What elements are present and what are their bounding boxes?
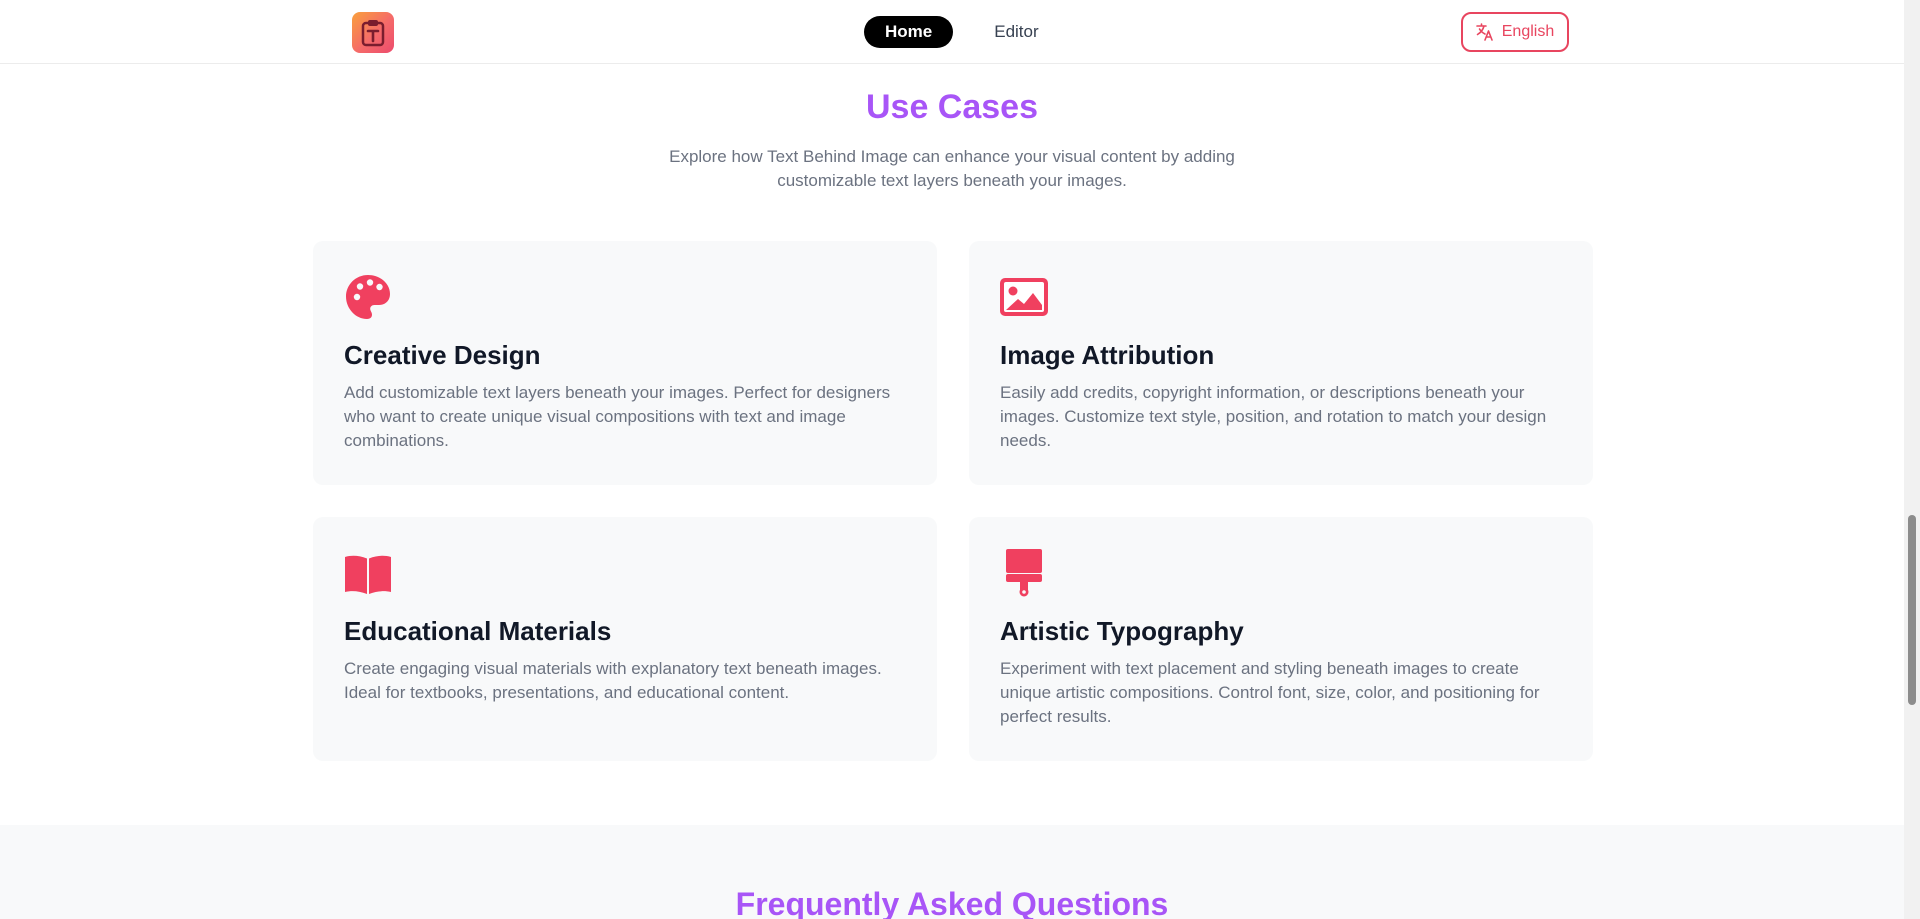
scrollbar-thumb[interactable]: [1908, 515, 1916, 705]
palette-icon: [346, 275, 390, 319]
translate-icon: [1475, 23, 1493, 41]
book-icon: [345, 555, 391, 594]
use-case-card-artistic-typography: Artistic Typography Experiment with text…: [969, 517, 1593, 761]
nav-home[interactable]: Home: [864, 16, 954, 48]
card-description: Easily add credits, copyright informatio…: [1000, 383, 1547, 450]
top-navbar: Home Editor English: [0, 0, 1904, 64]
use-cases-description: Explore how Text Behind Image can enhanc…: [669, 147, 1235, 190]
card-description: Add customizable text layers beneath you…: [344, 383, 891, 450]
main-nav: Home Editor: [864, 16, 1060, 48]
app-logo[interactable]: [352, 12, 394, 53]
text-document-icon: [361, 19, 385, 46]
card-title: Educational Materials: [344, 616, 612, 646]
card-title: Image Attribution: [1000, 340, 1215, 370]
language-button[interactable]: English: [1461, 12, 1569, 52]
paint-brush-icon: [1006, 549, 1042, 597]
card-title: Creative Design: [344, 340, 541, 370]
card-description: Experiment with text placement and styli…: [1000, 659, 1540, 726]
use-case-card-educational-materials: Educational Materials Create engaging vi…: [313, 517, 937, 761]
image-icon: [1000, 278, 1048, 316]
nav-editor[interactable]: Editor: [973, 16, 1059, 48]
use-case-card-creative-design: Creative Design Add customizable text la…: [313, 241, 937, 485]
card-description: Create engaging visual materials with ex…: [344, 659, 882, 702]
language-label: English: [1501, 23, 1555, 40]
use-cases-title: Use Cases: [865, 88, 1038, 126]
card-title: Artistic Typography: [1000, 616, 1244, 646]
faq-title: Frequently Asked Questions: [735, 886, 1169, 919]
use-case-card-image-attribution: Image Attribution Easily add credits, co…: [969, 241, 1593, 485]
page-scrollbar[interactable]: [1904, 0, 1920, 919]
